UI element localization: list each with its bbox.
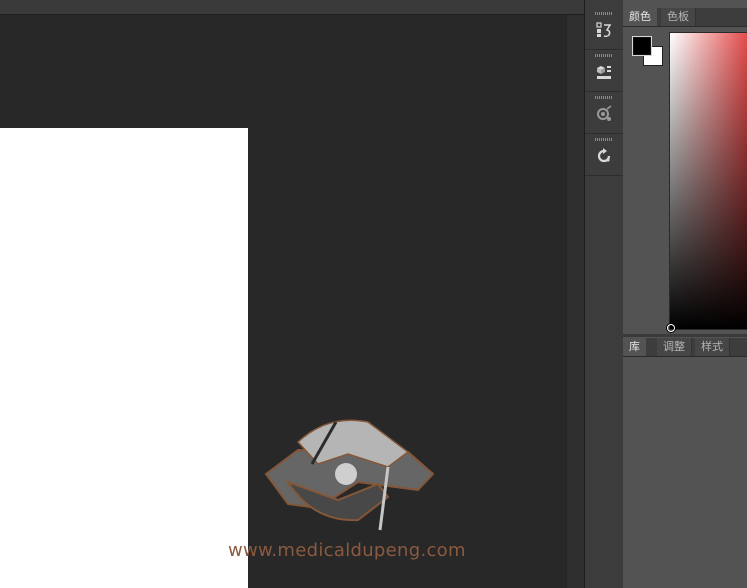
- dock-button-adjustment[interactable]: [585, 134, 623, 176]
- right-panels: 颜色 色板 库 调整 样式: [623, 0, 747, 588]
- grip: [595, 12, 613, 15]
- brush-settings-icon: [597, 105, 612, 121]
- dock-button-properties[interactable]: [585, 50, 623, 92]
- tab-styles[interactable]: 样式: [695, 338, 730, 356]
- color-panel-header: 颜色 色板: [623, 8, 747, 27]
- history-icon: [596, 22, 612, 38]
- dock-button-history[interactable]: [585, 8, 623, 50]
- panel-dock: [584, 0, 624, 588]
- panel-separator[interactable]: [623, 334, 747, 337]
- tab-libraries[interactable]: 库: [623, 338, 646, 356]
- grip: [595, 54, 613, 57]
- library-panel-header: 库 调整 样式: [623, 338, 747, 357]
- grip: [595, 138, 613, 141]
- document-canvas[interactable]: [0, 128, 248, 588]
- vertical-scrollbar[interactable]: [566, 15, 585, 588]
- color-picker-field[interactable]: [667, 32, 747, 332]
- tab-adjustments[interactable]: 调整: [657, 338, 692, 356]
- tab-swatches[interactable]: 色板: [661, 8, 696, 26]
- rotate-icon: [597, 148, 611, 163]
- tab-color[interactable]: 颜色: [623, 8, 657, 26]
- dock-button-brush-settings[interactable]: [585, 92, 623, 134]
- properties-icon: [597, 66, 611, 79]
- photoshop-window: ◂◂ www.medicaldupeng.com: [0, 0, 747, 588]
- color-picker-cursor[interactable]: [667, 324, 675, 332]
- foreground-color-swatch[interactable]: [632, 36, 652, 56]
- watermark-logo: [264, 419, 435, 531]
- grip: [595, 96, 613, 99]
- watermark-text: www.medicaldupeng.com: [228, 540, 466, 561]
